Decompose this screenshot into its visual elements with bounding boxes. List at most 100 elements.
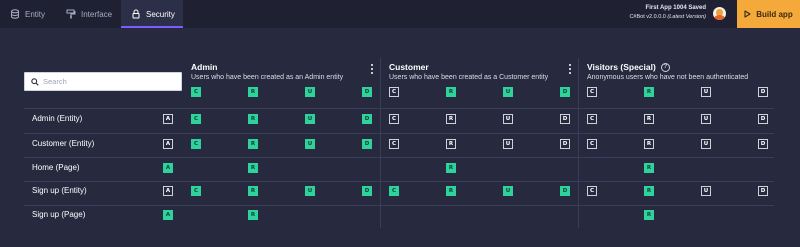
role-description: Anonymous users who have not been authen… (587, 74, 749, 81)
role-permission-toggle[interactable]: U (701, 87, 711, 97)
permission-toggle-customer[interactable]: C (389, 186, 399, 196)
role-permission-toggle[interactable]: D (560, 87, 570, 97)
permission-toggle-customer[interactable]: U (503, 114, 513, 124)
permission-toggle-customer[interactable]: R (446, 114, 456, 124)
app-version: C#Bot v2.0.0.0 (Latest Version) (629, 13, 706, 22)
role-header-customer: Customer Users who have been created as … (389, 62, 548, 81)
role-permission-toggle[interactable]: C (587, 87, 597, 97)
row-divider (24, 133, 774, 134)
all-permissions-toggle[interactable]: A (163, 163, 173, 173)
role-header-admin: Admin Users who have been created as an … (191, 62, 343, 81)
permission-toggle-admin[interactable]: C (191, 186, 201, 196)
tab-interface[interactable]: Interface (66, 0, 118, 28)
all-permissions-toggle[interactable]: A (163, 114, 173, 124)
permission-toggle-customer[interactable]: D (560, 139, 570, 149)
tab-label: Interface (81, 9, 113, 19)
row-label: Sign up (Page) (32, 210, 86, 219)
all-permissions-toggle[interactable]: A (163, 139, 173, 149)
permission-toggle-visitor[interactable]: C (587, 186, 597, 196)
role-permission-toggle[interactable]: D (362, 87, 372, 97)
tab-label: Security (146, 9, 175, 19)
permission-toggle-visitor[interactable]: C (587, 139, 597, 149)
permission-toggle-customer[interactable]: U (503, 186, 513, 196)
permission-toggle-visitor[interactable]: R (644, 210, 654, 220)
permission-toggle-admin[interactable]: R (248, 186, 258, 196)
row-label: Admin (Entity) (32, 114, 83, 123)
top-bar: Entity Interface Security First App 1004… (0, 0, 800, 28)
role-description: Users who have been created as a Custome… (389, 74, 549, 81)
role-permission-toggle[interactable]: C (389, 87, 399, 97)
search-input[interactable] (43, 77, 173, 86)
app-info: First App 1004 Saved C#Bot v2.0.0.0 (Lat… (629, 4, 706, 22)
search-icon (31, 77, 39, 86)
permission-toggle-visitor[interactable]: D (758, 114, 768, 124)
permission-toggle-visitor[interactable]: R (644, 186, 654, 196)
permission-toggle-visitor[interactable]: D (758, 186, 768, 196)
app-name: First App 1004 Saved (645, 5, 706, 11)
permission-toggle-visitor[interactable]: R (644, 139, 654, 149)
permission-toggle-admin[interactable]: C (191, 139, 201, 149)
avatar[interactable] (713, 7, 726, 20)
permission-toggle-admin[interactable]: R (248, 114, 258, 124)
permission-toggle-visitor[interactable]: U (701, 114, 711, 124)
row-divider (24, 205, 774, 206)
role-title: Customer (389, 62, 429, 72)
role-permission-toggle[interactable]: C (191, 87, 201, 97)
permission-toggle-visitor[interactable]: C (587, 114, 597, 124)
permission-toggle-customer[interactable]: R (446, 139, 456, 149)
permission-toggle-admin[interactable]: D (362, 186, 372, 196)
permission-toggle-customer[interactable]: R (446, 186, 456, 196)
role-title-text: Visitors (Special) (587, 62, 656, 72)
permission-toggle-admin[interactable]: D (362, 114, 372, 124)
permission-toggle-admin[interactable]: U (305, 114, 315, 124)
permission-toggle-admin[interactable]: R (248, 139, 258, 149)
role-permission-toggle[interactable]: R (248, 87, 258, 97)
help-icon[interactable]: ? (660, 62, 670, 72)
permission-toggle-customer[interactable]: C (389, 114, 399, 124)
row-divider (24, 157, 774, 158)
permission-toggle-customer[interactable]: D (560, 186, 570, 196)
version-tag: (Latest Version) (667, 14, 706, 20)
row-label: Sign up (Entity) (32, 186, 87, 195)
all-permissions-toggle[interactable]: A (163, 186, 173, 196)
column-divider (578, 58, 579, 228)
permission-toggle-visitor[interactable]: D (758, 139, 768, 149)
all-permissions-toggle[interactable]: A (163, 210, 173, 220)
role-permission-toggle[interactable]: U (305, 87, 315, 97)
permission-toggle-customer[interactable]: R (446, 163, 456, 173)
permission-toggle-admin[interactable]: U (305, 139, 315, 149)
row-divider (24, 108, 774, 109)
version-number: C#Bot v2.0.0.0 (629, 14, 666, 20)
permission-toggle-customer[interactable]: U (503, 139, 513, 149)
role-description: Users who have been created as an Admin … (191, 74, 344, 81)
permission-toggle-visitor[interactable]: R (644, 163, 654, 173)
permission-toggle-admin[interactable]: C (191, 114, 201, 124)
build-app-button[interactable]: Build app (737, 0, 800, 28)
role-permission-toggle[interactable]: D (758, 87, 768, 97)
permission-toggle-customer[interactable]: C (389, 139, 399, 149)
more-options-icon[interactable] (370, 64, 374, 74)
permission-toggle-admin[interactable]: D (362, 139, 372, 149)
row-label: Customer (Entity) (32, 139, 95, 148)
more-options-icon[interactable] (568, 64, 572, 74)
role-permission-toggle[interactable]: R (446, 87, 456, 97)
role-permission-toggle[interactable]: U (503, 87, 513, 97)
permission-toggle-customer[interactable]: D (560, 114, 570, 124)
row-label: Home (Page) (32, 163, 80, 172)
row-divider (24, 181, 774, 182)
permission-toggle-visitor[interactable]: U (701, 139, 711, 149)
permission-toggle-admin[interactable]: R (248, 163, 258, 173)
role-title: Admin (191, 62, 218, 72)
tab-security[interactable]: Security (121, 0, 183, 28)
role-header-visitors: Visitors (Special) ? Anonymous users who… (587, 62, 748, 81)
tab-entity[interactable]: Entity (10, 0, 58, 28)
permission-toggle-admin[interactable]: U (305, 186, 315, 196)
permission-toggle-visitor[interactable]: R (644, 114, 654, 124)
permission-toggle-visitor[interactable]: U (701, 186, 711, 196)
database-icon (11, 9, 19, 19)
role-permission-toggle[interactable]: R (644, 87, 654, 97)
paint-roller-icon (66, 9, 76, 19)
search-box[interactable] (24, 72, 182, 91)
permission-toggle-admin[interactable]: R (248, 210, 258, 220)
play-icon (744, 10, 751, 18)
